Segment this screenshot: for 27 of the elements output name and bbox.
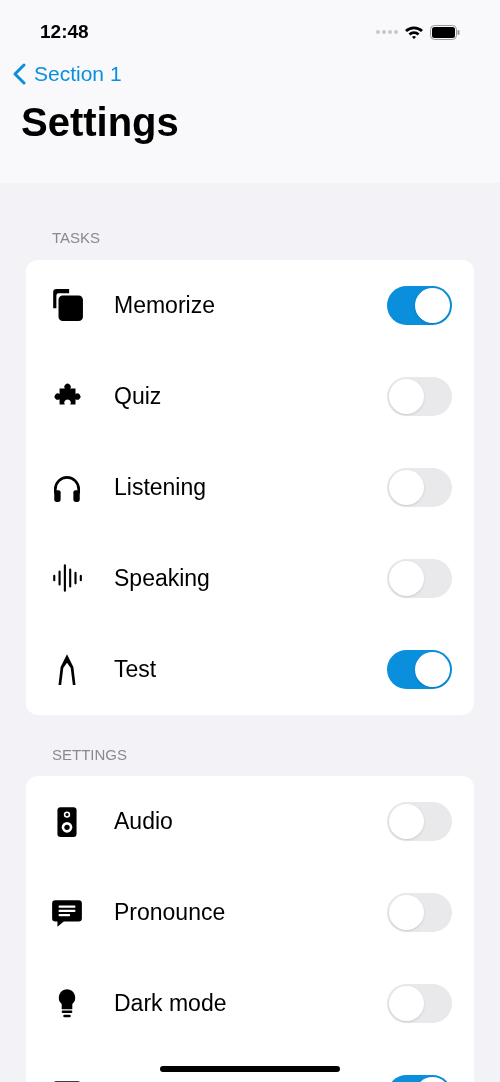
status-time: 12:48	[40, 19, 89, 44]
row-label: Quiz	[114, 381, 163, 411]
wifi-icon	[404, 24, 424, 40]
toggle-switch[interactable]	[387, 649, 452, 689]
signal-icon	[376, 29, 398, 35]
row-label: Listening	[114, 472, 208, 502]
row-label: Audio	[114, 807, 174, 837]
section-header: SETTINGS	[51, 744, 128, 765]
section-header: TASKS	[51, 228, 102, 248]
row-label: Dark mode	[114, 989, 228, 1019]
row-label: Memorize	[114, 290, 216, 320]
toggle-switch[interactable]	[387, 984, 452, 1023]
toggle-switch[interactable]	[387, 893, 452, 932]
row-label: Speaking	[114, 563, 211, 593]
row-label: Pronounce	[114, 898, 227, 928]
back-button[interactable]: Section 1	[12, 58, 122, 90]
cards-icon	[50, 288, 84, 322]
waveform-icon	[50, 561, 84, 595]
toggle-switch[interactable]	[387, 376, 452, 416]
battery-icon	[430, 24, 460, 40]
page-title: Settings	[21, 101, 180, 142]
toggle-switch[interactable]	[387, 802, 452, 841]
back-chevron-icon	[12, 62, 26, 85]
toggle-switch[interactable]	[387, 467, 452, 507]
toggle-switch[interactable]	[387, 285, 452, 325]
row-label: Test	[114, 654, 158, 684]
toggle-switch[interactable]	[387, 558, 452, 598]
